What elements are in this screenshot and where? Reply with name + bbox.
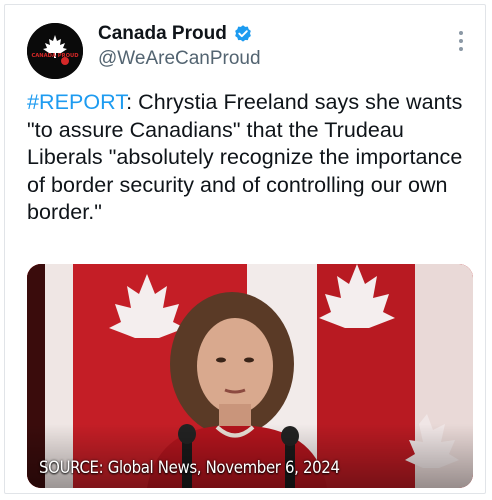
verified-badge-icon [233, 24, 253, 44]
media-caption: SOURCE: Global News, November 6, 2024 [39, 458, 340, 478]
tweet-media-image[interactable]: SOURCE: Global News, November 6, 2024 [27, 264, 473, 488]
avatar-logo-text: CANADA PROUD [31, 53, 79, 59]
tweet-card[interactable]: CANADA PROUD Canada Proud @WeAreCanProud… [4, 4, 486, 494]
canada-proud-logo-icon: CANADA PROUD [27, 23, 83, 79]
author-name-row: Canada Proud [98, 23, 253, 45]
more-options-icon[interactable] [457, 31, 465, 55]
author-handle[interactable]: @WeAreCanProud [98, 48, 261, 70]
hashtag-link[interactable]: #REPORT [27, 90, 126, 114]
avatar[interactable]: CANADA PROUD [27, 23, 83, 79]
tweet-text: #REPORT: Chrystia Freeland says she want… [27, 89, 477, 227]
news-photo-image [27, 264, 473, 488]
author-display-name[interactable]: Canada Proud [98, 23, 227, 45]
